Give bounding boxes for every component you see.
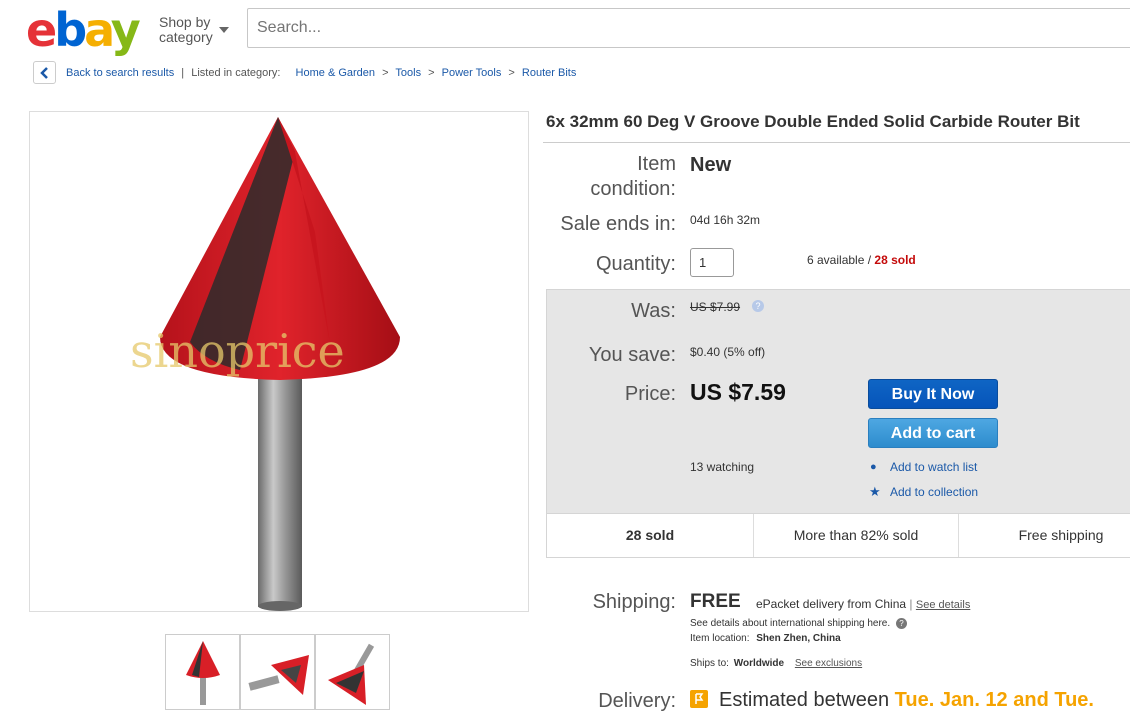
intl-shipping-note: See details about international shipping… bbox=[690, 618, 907, 629]
listing-title: 6x 32mm 60 Deg V Groove Double Ended Sol… bbox=[546, 112, 1080, 131]
shop-by-line2: category bbox=[159, 29, 213, 45]
price-label: Price: bbox=[624, 383, 676, 405]
was-label: Was: bbox=[631, 300, 676, 322]
chevron-down-icon[interactable] bbox=[219, 27, 229, 33]
sale-ends-value: 04d 16h 32m bbox=[690, 213, 761, 227]
breadcrumb: Back to search results | Listed in categ… bbox=[66, 67, 577, 79]
you-save-label: You save: bbox=[588, 344, 676, 366]
ships-to: Ships to: Worldwide See exclusions bbox=[690, 658, 863, 669]
quantity-label: Quantity: bbox=[595, 253, 676, 275]
price-value: US $7.59 bbox=[690, 379, 786, 405]
condition-label: Item condition: bbox=[590, 153, 676, 200]
router-bit-image: sinoprice bbox=[130, 117, 400, 611]
back-button[interactable] bbox=[33, 61, 56, 84]
availability: 6 available / 28 sold bbox=[807, 253, 916, 267]
watermark-text: sinoprice bbox=[130, 324, 345, 378]
eye-icon: ● bbox=[870, 461, 877, 473]
ebay-logo[interactable]: ebay bbox=[26, 4, 141, 56]
stat-sold[interactable]: 28 sold bbox=[547, 514, 753, 557]
star-icon: ★ bbox=[869, 484, 881, 499]
back-to-results-link[interactable]: Back to search results bbox=[66, 67, 174, 79]
quantity-input[interactable] bbox=[690, 248, 734, 277]
shop-by-category-button[interactable]: Shop by category bbox=[159, 15, 213, 45]
delivery-estimate: Estimated between Tue. Jan. 12 and Tue. bbox=[719, 689, 1094, 711]
thumbnail-3[interactable] bbox=[315, 634, 390, 710]
help-icon[interactable]: ? bbox=[895, 618, 907, 629]
product-page: ebay Shop by category Back to search res… bbox=[0, 0, 1130, 715]
listed-in-label: Listed in category: bbox=[191, 67, 281, 79]
condition-value: New bbox=[690, 154, 732, 176]
see-details-link[interactable]: See details bbox=[916, 599, 970, 611]
delivery-label: Delivery: bbox=[598, 690, 676, 712]
crumb-router-bits[interactable]: Router Bits bbox=[522, 67, 576, 79]
stats-row: 28 sold More than 82% sold Free shipping bbox=[546, 513, 1130, 558]
buy-it-now-button[interactable]: Buy It Now bbox=[868, 379, 998, 409]
add-to-watch-list-link[interactable]: Add to watch list bbox=[890, 460, 977, 474]
see-exclusions-link[interactable]: See exclusions bbox=[795, 658, 862, 669]
stat-free-shipping: Free shipping bbox=[1018, 527, 1104, 543]
divider bbox=[543, 142, 1130, 143]
add-to-collection-link[interactable]: Add to collection bbox=[890, 485, 978, 499]
shipping-method: ePacket delivery from China | See detail… bbox=[756, 597, 971, 611]
you-save-value: $0.40 (5% off) bbox=[690, 345, 766, 359]
shipping-label: Shipping: bbox=[592, 591, 676, 613]
shop-by-line1: Shop by bbox=[159, 14, 211, 30]
add-to-cart-button[interactable]: Add to cart bbox=[868, 418, 998, 448]
was-price: US $7.99 bbox=[690, 300, 741, 314]
watching-count: 13 watching bbox=[690, 460, 755, 474]
thumbnail-2[interactable] bbox=[240, 634, 315, 710]
chevron-left-icon bbox=[40, 67, 48, 79]
stat-percent-sold: More than 82% sold bbox=[793, 527, 919, 543]
main-product-image[interactable]: sinoprice bbox=[29, 111, 529, 612]
item-location: Item location: Shen Zhen, China bbox=[690, 633, 841, 644]
sale-ends-label: Sale ends in: bbox=[560, 213, 676, 235]
flag-icon bbox=[690, 690, 708, 708]
crumb-tools[interactable]: Tools bbox=[395, 67, 421, 79]
thumbnail-1[interactable] bbox=[165, 634, 240, 710]
sold-count-link[interactable]: 28 sold bbox=[874, 253, 915, 267]
shipping-value: FREE bbox=[690, 591, 741, 612]
help-icon[interactable]: ? bbox=[752, 300, 764, 312]
search-input[interactable] bbox=[247, 8, 1130, 48]
crumb-home-garden[interactable]: Home & Garden bbox=[296, 67, 375, 79]
crumb-power-tools[interactable]: Power Tools bbox=[442, 67, 502, 79]
